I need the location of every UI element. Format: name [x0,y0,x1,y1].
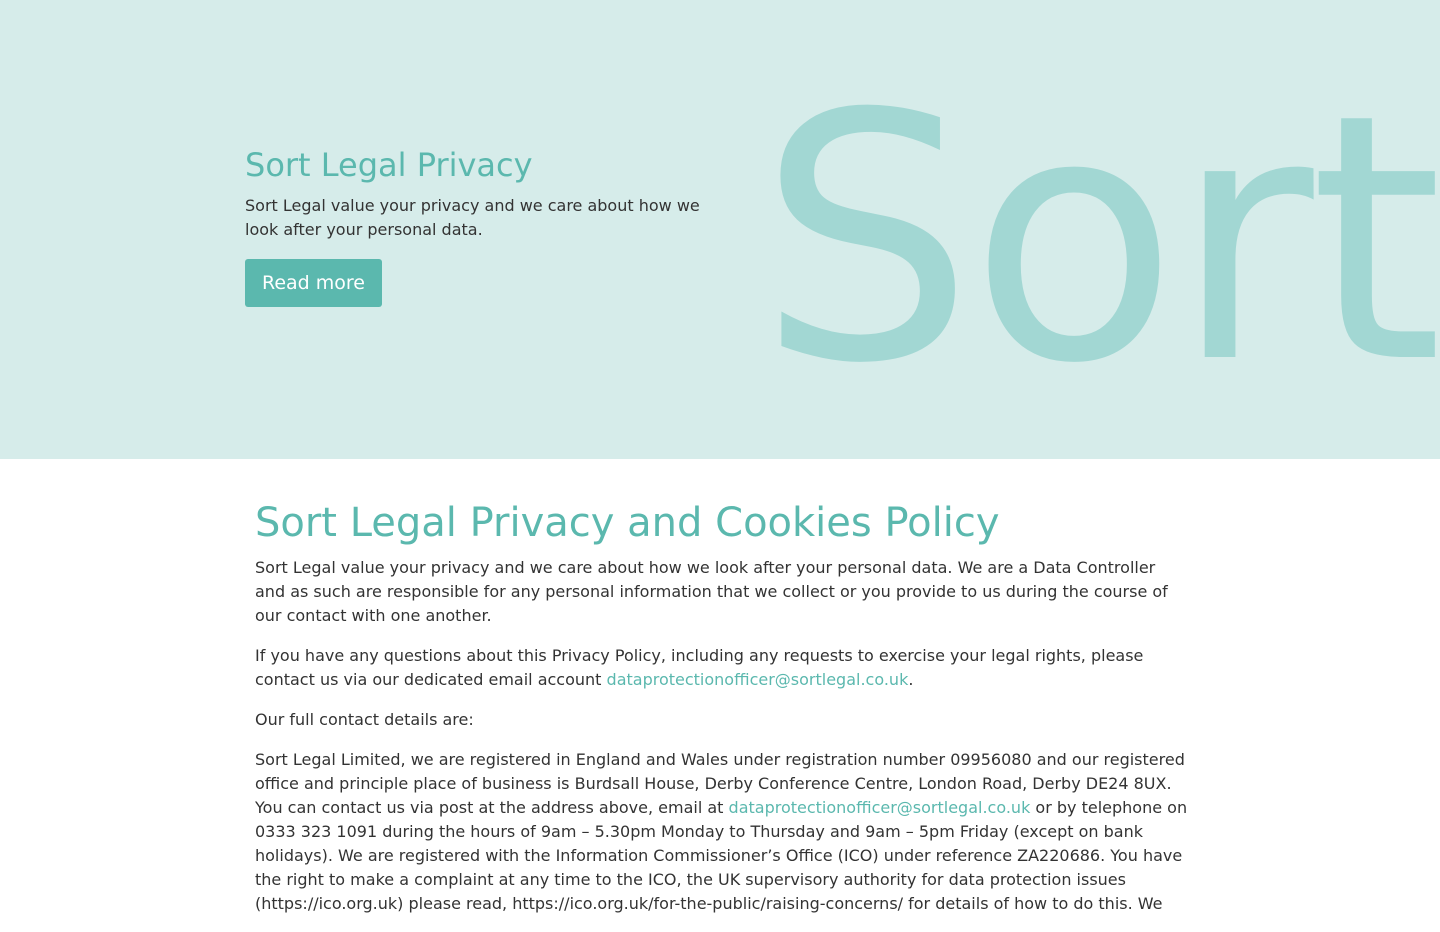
hero-content: Sort Legal Privacy Sort Legal value your… [245,146,725,307]
hero-text: Sort Legal value your privacy and we car… [245,196,700,239]
read-more-button[interactable]: Read more [245,259,382,307]
policy-content: Sort Legal Privacy and Cookies Policy So… [255,496,1190,932]
hero-background-word: Sort [758,42,1440,438]
policy-paragraph-contact-details: Sort Legal Limited, we are registered in… [255,748,1190,916]
paragraph-text: . [908,670,914,689]
dpo-email-link-secondary[interactable]: dataprotectionofficer@sortlegal.co.uk [729,798,1031,817]
hero-title: Sort Legal Privacy [245,146,533,184]
page-title: Sort Legal Privacy and Cookies Policy [255,500,1000,546]
policy-paragraph-contact-heading: Our full contact details are: [255,710,474,729]
dpo-email-link[interactable]: dataprotectionofficer@sortlegal.co.uk [607,670,909,689]
hero-banner: Sort Sort Legal Privacy Sort Legal value… [0,0,1440,459]
policy-paragraph-questions: If you have any questions about this Pri… [255,644,1190,692]
policy-paragraph-intro: Sort Legal value your privacy and we car… [255,558,1168,625]
